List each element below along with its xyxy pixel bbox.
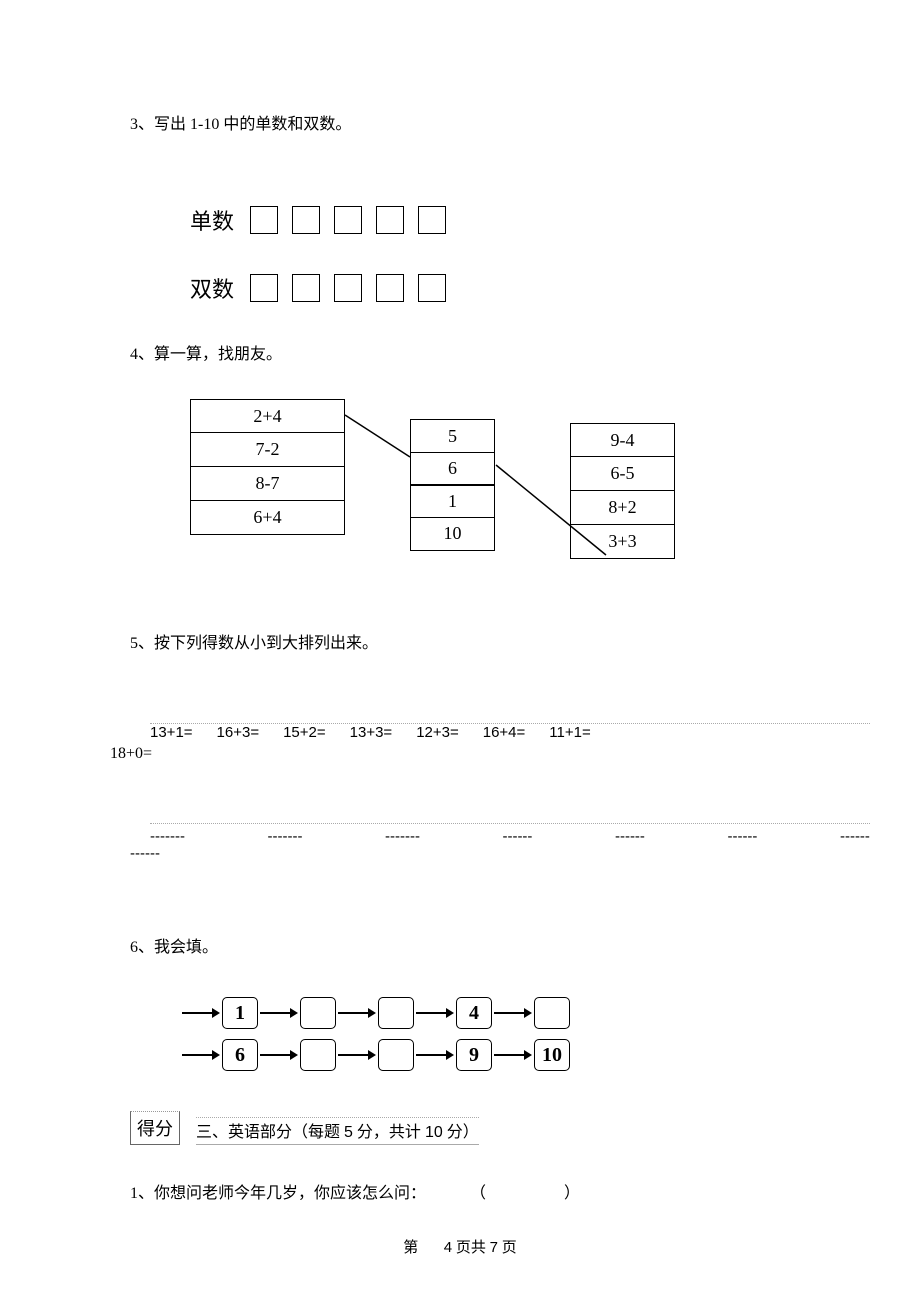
q4-right-cell[interactable]: 6-5: [570, 457, 675, 491]
arrow-right-icon: [336, 1047, 378, 1063]
q5-blank[interactable]: -------: [267, 828, 302, 845]
q6-box[interactable]: 9: [456, 1039, 492, 1071]
arrow-right-icon: [414, 1047, 456, 1063]
q4-right-cell[interactable]: 9-4: [570, 423, 675, 457]
q3-even-box[interactable]: [292, 274, 320, 302]
arrow-right-icon: [258, 1005, 300, 1021]
q5-equation: 11+1=: [549, 724, 590, 741]
score-cell[interactable]: 得分: [130, 1111, 180, 1145]
q5-blank[interactable]: ------: [502, 828, 532, 845]
q4-diagram: 2+4 7-2 8-7 6+4 5 6 1 10 9-4 6-5 8+2 3+3: [190, 399, 870, 589]
q6-prompt: 6、我会填。: [130, 933, 218, 957]
q3-even-row: 双数: [190, 272, 870, 304]
q4-left-cell[interactable]: 8-7: [190, 467, 345, 501]
q6-row-2: 6 9 10: [180, 1039, 870, 1071]
arrow-right-icon: [492, 1005, 534, 1021]
q4-mid-cell[interactable]: 1: [410, 484, 495, 518]
section-title-number: 5: [344, 1124, 353, 1141]
pager-current: 4: [444, 1239, 452, 1256]
q3-even-box[interactable]: [376, 274, 404, 302]
pager-text: 页: [502, 1240, 517, 1256]
q3-prompt: 3、写出 1-10 中的单数和双数。: [130, 110, 351, 134]
q6-box[interactable]: [300, 997, 336, 1029]
q3-odd-box[interactable]: [376, 206, 404, 234]
q3-odd-row: 单数: [190, 204, 870, 236]
q5-equation: 13+3=: [350, 724, 393, 741]
q5-blank[interactable]: -------: [150, 828, 185, 845]
q4-left-cell[interactable]: 6+4: [190, 501, 345, 535]
section-title-number: 10: [425, 1124, 443, 1141]
q3-odd-box[interactable]: [418, 206, 446, 234]
q3-odd-box[interactable]: [334, 206, 362, 234]
q5-blank[interactable]: ------: [727, 828, 757, 845]
pager-text: 第: [403, 1240, 418, 1256]
q5-blank[interactable]: ------: [615, 828, 645, 845]
section-title: 三、英语部分（每题 5 分，共计 10 分）: [196, 1117, 479, 1145]
q5-answer-blanks[interactable]: ------- ------- ------- ------ ------ --…: [150, 823, 870, 845]
arrow-right-icon: [180, 1005, 222, 1021]
q5-equation: 16+4=: [483, 724, 526, 741]
arrow-right-icon: [492, 1047, 534, 1063]
q5-equation-last: 18+0=: [110, 745, 152, 762]
q6-box[interactable]: [378, 1039, 414, 1071]
q5-blank[interactable]: ------: [840, 828, 870, 845]
section-title-text: 分）: [443, 1124, 479, 1141]
q5-equation: 13+1=: [150, 724, 193, 741]
english-q1: 1、你想问老师今年几岁，你应该怎么问： （ ）: [130, 1179, 870, 1203]
q6-box[interactable]: 4: [456, 997, 492, 1029]
q5-equation: 16+3=: [217, 724, 260, 741]
pager-text: 页共: [456, 1240, 486, 1256]
arrow-right-icon: [336, 1005, 378, 1021]
q5-blank[interactable]: -------: [385, 828, 420, 845]
q4-left-cell[interactable]: 7-2: [190, 433, 345, 467]
arrow-right-icon: [414, 1005, 456, 1021]
q6-box[interactable]: [378, 997, 414, 1029]
page-footer: 第 4 页共 7 页: [0, 1236, 920, 1257]
arrow-right-icon: [180, 1047, 222, 1063]
q3-even-box[interactable]: [334, 274, 362, 302]
q4-prompt: 4、算一算，找朋友。: [130, 340, 282, 364]
q5-equations: 13+1= 16+3= 15+2= 13+3= 12+3= 16+4= 11+1…: [150, 723, 870, 741]
q3-even-box[interactable]: [418, 274, 446, 302]
q6-box[interactable]: [300, 1039, 336, 1071]
q3-odd-box[interactable]: [250, 206, 278, 234]
q6-box[interactable]: 1: [222, 997, 258, 1029]
q5-prompt: 5、按下列得数从小到大排列出来。: [130, 629, 378, 653]
q4-mid-cell[interactable]: 10: [410, 517, 495, 551]
q4-right-cell[interactable]: 8+2: [570, 491, 675, 525]
q4-right-cell[interactable]: 3+3: [570, 525, 675, 559]
q3-odd-box[interactable]: [292, 206, 320, 234]
section-title-text: 分，共计: [353, 1124, 425, 1141]
pager-total: 7: [490, 1239, 498, 1256]
q5-blank-last[interactable]: ------: [130, 845, 160, 862]
q6-box[interactable]: 10: [534, 1039, 570, 1071]
q3-even-box[interactable]: [250, 274, 278, 302]
q4-left-cell[interactable]: 2+4: [190, 399, 345, 433]
q5-equation: 15+2=: [283, 724, 326, 741]
q6-box[interactable]: 6: [222, 1039, 258, 1071]
q3-even-label: 双数: [190, 272, 250, 304]
english-q1-paren-open: （: [470, 1185, 486, 1202]
q4-mid-cell[interactable]: 6: [410, 452, 495, 486]
q6-box[interactable]: [534, 997, 570, 1029]
q4-mid-cell[interactable]: 5: [410, 419, 495, 453]
q6-row-1: 1 4: [180, 997, 870, 1029]
english-q1-text: 1、你想问老师今年几岁，你应该怎么问：: [130, 1185, 426, 1202]
q5-equation: 12+3=: [416, 724, 459, 741]
arrow-right-icon: [258, 1047, 300, 1063]
english-q1-paren-close: ）: [564, 1185, 580, 1202]
q3-odd-label: 单数: [190, 204, 250, 236]
section-title-text: 三、英语部分（每题: [196, 1124, 344, 1141]
